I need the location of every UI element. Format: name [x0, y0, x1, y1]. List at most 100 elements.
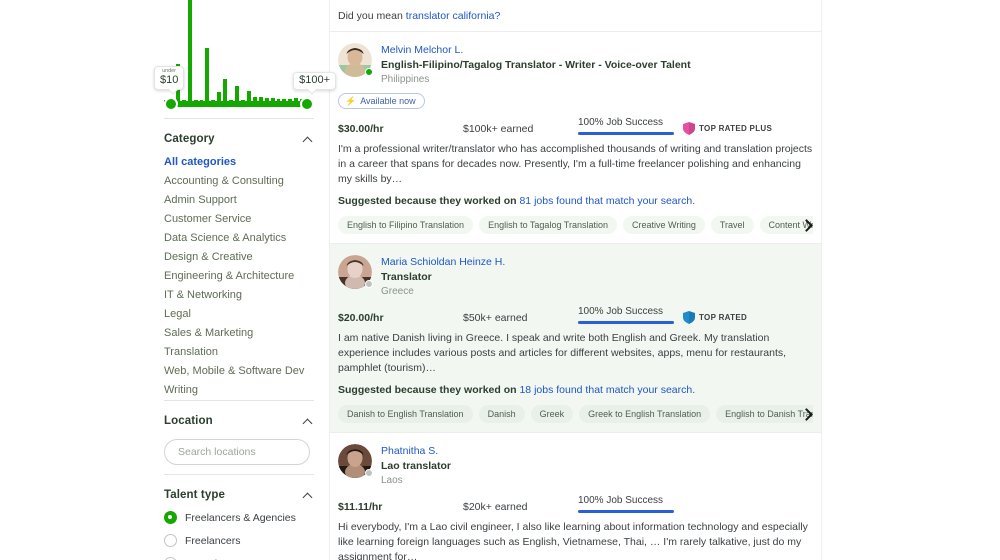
skill-tag[interactable]: Danish — [478, 405, 525, 423]
category-facet: Category All categories Accounting & Cons… — [164, 119, 314, 400]
freelancer-bio: I'm a professional writer/translator who… — [338, 143, 813, 185]
sidebar-category-customer-service[interactable]: Customer Service — [164, 210, 314, 229]
hourly-rate: $30.00/hr — [338, 123, 384, 135]
sidebar-category-writing[interactable]: Writing — [164, 381, 314, 400]
freelancer-location: Greece — [381, 286, 414, 297]
freelancer-name[interactable]: Maria Schioldan Heinze H. — [381, 256, 505, 269]
rate-max-value: $100+ — [299, 74, 330, 86]
chevron-right-icon[interactable] — [799, 218, 813, 232]
category-facet-title: Category — [164, 133, 215, 145]
location-search-input[interactable] — [164, 439, 310, 465]
suggested-prefix: Suggested because they worked on — [338, 384, 520, 396]
location-facet-header[interactable]: Location — [164, 410, 314, 432]
sidebar-category-legal[interactable]: Legal — [164, 305, 314, 324]
suggested-reason: Suggested because they worked on 18 jobs… — [338, 384, 813, 396]
total-earned: $50k+ earned — [463, 312, 528, 324]
sidebar-category-web-mobile-software-dev[interactable]: Web, Mobile & Software Dev — [164, 362, 314, 381]
talent-type-option[interactable]: Freelancers — [164, 529, 314, 552]
hourly-rate-filter[interactable]: under $10 $100+ — [154, 0, 336, 118]
rate-slider-min-handle[interactable] — [164, 97, 178, 111]
chevron-up-icon[interactable] — [303, 416, 314, 427]
results-column: Did you mean translator california? Melv… — [329, 0, 822, 560]
filters-sidebar: under $10 $100+ Category All categories A… — [154, 0, 336, 560]
location-facet-title: Location — [164, 415, 213, 427]
available-now-badge: ⚡ Available now — [338, 93, 425, 109]
hourly-rate: $11.11/hr — [338, 501, 383, 513]
skill-tag[interactable]: Danish to English Translation — [338, 405, 473, 423]
sidebar-category-it-networking[interactable]: IT & Networking — [164, 286, 314, 305]
sidebar-category-design-creative[interactable]: Design & Creative — [164, 248, 314, 267]
suggested-jobs-link[interactable]: 18 jobs found that match your search. — [519, 384, 695, 396]
talent-type-facet-header[interactable]: Talent type — [164, 484, 314, 506]
avatar[interactable] — [338, 444, 373, 478]
skill-tag[interactable]: Travel — [710, 216, 754, 234]
category-list: All categories Accounting & Consulting Adm… — [164, 150, 314, 400]
suggested-prefix: Suggested because they worked on — [338, 195, 520, 207]
did-you-mean: Did you mean translator california? — [330, 0, 821, 32]
histogram-bar — [223, 79, 228, 102]
chevron-up-icon[interactable] — [303, 134, 314, 145]
avatar[interactable] — [338, 43, 373, 77]
total-earned: $20k+ earned — [463, 501, 528, 513]
search-results-page: under $10 $100+ Category All categories A… — [0, 0, 1000, 560]
freelancer-bio: Hi everybody, I'm a Lao civil engineer, … — [338, 521, 808, 560]
sidebar-category-admin-support[interactable]: Admin Support — [164, 191, 314, 210]
top-rated-badge-label: TOP RATED PLUS — [699, 124, 773, 133]
freelancer-identity: Phatnitha S. Lao translator Laos — [381, 444, 451, 487]
freelancer-name[interactable]: Melvin Melchor L. — [381, 44, 691, 57]
job-success-bar — [578, 321, 674, 324]
did-you-mean-link[interactable]: translator california? — [406, 10, 501, 22]
radio-checked-icon[interactable] — [164, 511, 177, 524]
freelancer-location: Laos — [381, 475, 403, 486]
skill-tag[interactable]: English to Tagalog Translation — [479, 216, 617, 234]
radio-unchecked-icon[interactable] — [164, 534, 177, 547]
sidebar-category-accounting-consulting[interactable]: Accounting & Consulting — [164, 172, 314, 191]
job-success-score: 100% Job Success — [578, 306, 683, 324]
offline-status-icon — [365, 280, 373, 288]
freelancer-name[interactable]: Phatnitha S. — [381, 445, 451, 458]
chevron-right-icon[interactable] — [799, 407, 813, 421]
sidebar-category-all-categories[interactable]: All categories — [164, 153, 314, 172]
rate-slider-max-handle[interactable] — [300, 97, 314, 111]
freelancer-stats: $30.00/hr $100k+ earned 100% Job Success TO… — [338, 117, 813, 135]
skill-tag[interactable]: Creative Writing — [622, 216, 705, 234]
sidebar-category-data-science-analytics[interactable]: Data Science & Analytics — [164, 229, 314, 248]
suggested-jobs-link[interactable]: 81 jobs found that match your search. — [519, 195, 695, 207]
result-header: Phatnitha S. Lao translator Laos — [338, 444, 813, 487]
job-success-label: 100% Job Success — [578, 117, 664, 128]
job-success-label: 100% Job Success — [578, 495, 664, 506]
chevron-up-icon[interactable] — [303, 490, 314, 501]
freelancer-bio: I am native Danish living in Greece. I s… — [338, 332, 787, 374]
skill-tag[interactable]: English to Filipino Translation — [338, 216, 474, 234]
talent-type-facet-title: Talent type — [164, 489, 225, 501]
freelancer-result-card[interactable]: Melvin Melchor L. English-Filipino/Tagalo… — [330, 32, 821, 244]
available-now-label: Available now — [360, 96, 416, 106]
job-success-score: 100% Job Success — [578, 495, 683, 513]
did-you-mean-prefix: Did you mean — [338, 9, 403, 22]
sidebar-category-translation[interactable]: Translation — [164, 343, 314, 362]
freelancer-location: Philippines — [381, 74, 430, 85]
freelancer-identity: Melvin Melchor L. English-Filipino/Tagalo… — [381, 43, 691, 86]
talent-type-option[interactable]: Freelancers & Agencies — [164, 506, 314, 529]
skill-tag[interactable]: Greek — [530, 405, 574, 423]
freelancer-result-card[interactable]: Phatnitha S. Lao translator Laos $11.11/hr $… — [330, 433, 821, 560]
category-facet-header[interactable]: Category — [164, 128, 314, 150]
histogram-bar — [235, 86, 239, 102]
top-rated-badge: TOP RATED PLUS — [683, 122, 772, 135]
result-header: Melvin Melchor L. English-Filipino/Tagalo… — [338, 43, 813, 86]
avatar[interactable] — [338, 255, 373, 289]
job-success-label: 100% Job Success — [578, 306, 664, 317]
skill-tag[interactable]: Greek to English Translation — [579, 405, 711, 423]
talent-type-options: Freelancers & Agencies Freelancers Agencie… — [164, 506, 314, 560]
talent-type-facet: Talent type Freelancers & Agencies Freela… — [164, 475, 314, 560]
rate-slider-track[interactable] — [166, 101, 310, 107]
talent-type-option[interactable]: Agencies — [164, 552, 314, 560]
histogram-bar — [187, 0, 192, 102]
job-success-bar — [578, 132, 674, 135]
hourly-rate: $20.00/hr — [338, 312, 384, 324]
sidebar-category-engineering-architecture[interactable]: Engineering & Architecture — [164, 267, 314, 286]
sidebar-category-sales-marketing[interactable]: Sales & Marketing — [164, 324, 314, 343]
freelancer-result-card[interactable]: Maria Schioldan Heinze H. Translator Greec… — [330, 244, 821, 433]
online-status-icon — [365, 68, 373, 76]
total-earned: $100k+ earned — [463, 123, 534, 135]
